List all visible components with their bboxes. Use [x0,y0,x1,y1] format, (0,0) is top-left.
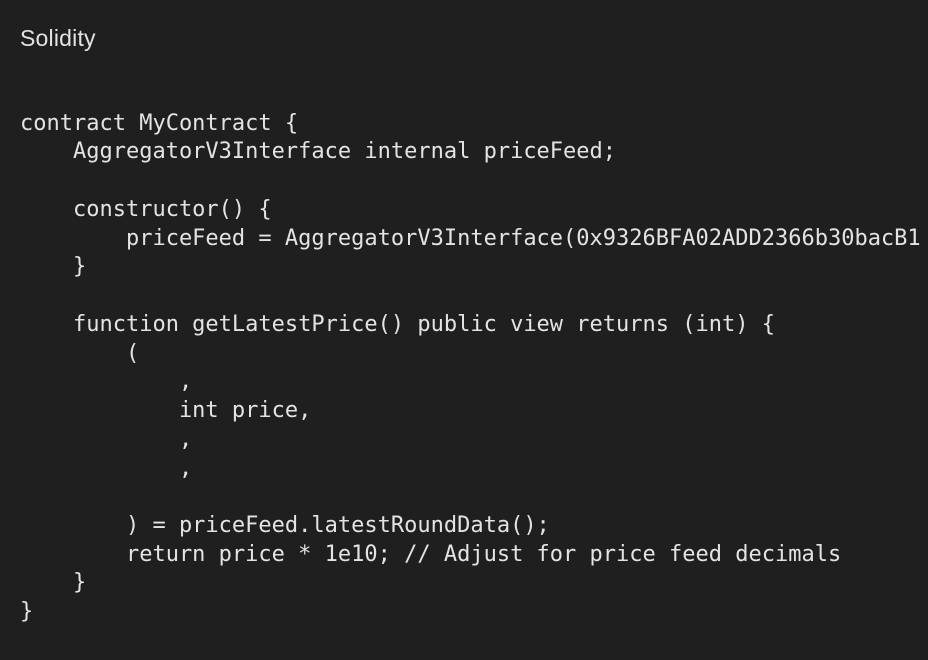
language-label: Solidity [20,25,96,51]
code-area[interactable]: contract MyContract { AggregatorV3Interf… [20,110,928,624]
code-line-12: ) = priceFeed.latestRoundData(); [20,513,550,538]
code-line-15: } [20,599,34,624]
code-line-8: , [20,369,193,394]
code-line-5: } [20,254,87,279]
code-line-13: return price * 1e10; // Adjust for price… [20,542,842,567]
code-line-9: int price, [20,398,312,423]
code-line-2: AggregatorV3Interface internal priceFeed… [20,139,617,164]
code-block: Solidity contract MyContract { Aggregato… [0,0,928,660]
code-line-6: function getLatestPrice() public view re… [20,312,775,337]
code-line-7: ( [20,341,140,366]
code-line-4: priceFeed = AggregatorV3Interface(0x9326… [20,226,921,251]
code-line-10: , [20,427,193,452]
code-line-1: contract MyContract { [20,111,299,136]
code-line-14: } [20,570,87,595]
code-line-3: constructor() { [20,197,272,222]
code-line-11: , [20,456,193,481]
